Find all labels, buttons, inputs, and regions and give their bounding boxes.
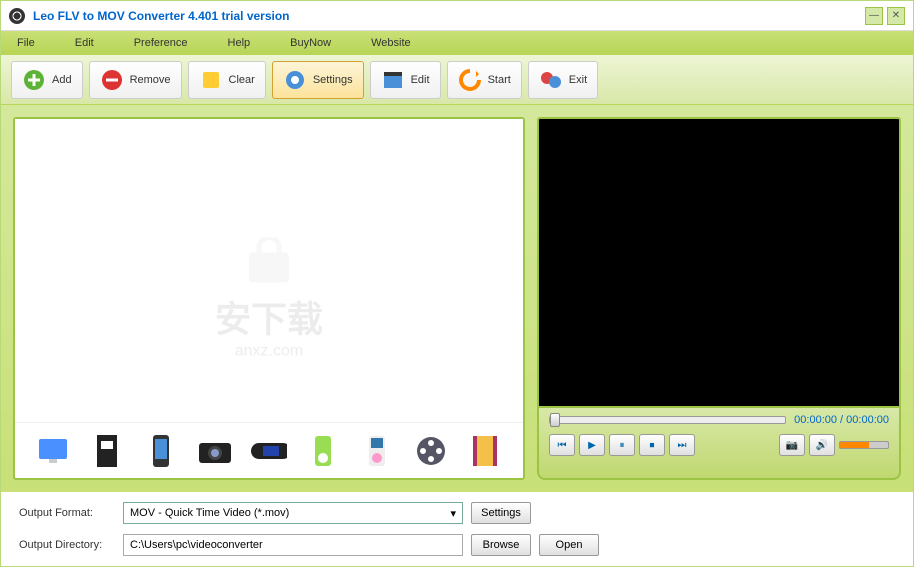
time-current: 00:00:00 [794, 414, 837, 426]
watermark-text: 安下载 [215, 290, 323, 342]
open-button[interactable]: Open [539, 534, 599, 556]
ipod-green-icon[interactable] [305, 433, 341, 469]
add-icon [22, 68, 46, 92]
window-title: Leo FLV to MOV Converter 4.401 trial ver… [33, 9, 861, 23]
start-label: Start [488, 74, 511, 86]
player-controls: 00:00:00 / 00:00:00 ⏮ ▶ ⏸ ⏹ ⏭ 📷 🔊 [537, 408, 901, 480]
next-button[interactable]: ⏭ [669, 434, 695, 456]
remove-icon [100, 68, 124, 92]
file-list[interactable]: 安下载 anxz.com [15, 119, 523, 422]
file-list-panel: 安下载 anxz.com [13, 117, 525, 480]
chevron-down-icon: ▾ [450, 507, 456, 520]
menu-preference[interactable]: Preference [128, 35, 194, 51]
settings-button[interactable]: Settings [272, 61, 364, 99]
output-format-value: MOV - Quick Time Video (*.mov) [130, 507, 289, 519]
filmstrip-icon[interactable] [467, 433, 503, 469]
output-directory-label: Output Directory: [19, 539, 115, 551]
monitor-icon[interactable] [35, 433, 71, 469]
watermark-sub: anxz.com [215, 342, 323, 360]
output-format-select[interactable]: MOV - Quick Time Video (*.mov) ▾ [123, 502, 463, 524]
remove-label: Remove [130, 74, 171, 86]
output-format-label: Output Format: [19, 507, 115, 519]
add-button[interactable]: Add [11, 61, 83, 99]
time-total: 00:00:00 [846, 414, 889, 426]
output-directory-input[interactable]: C:\Users\pc\videoconverter [123, 534, 463, 556]
add-label: Add [52, 74, 72, 86]
format-settings-button[interactable]: Settings [471, 502, 531, 524]
stop-button[interactable]: ⏹ [639, 434, 665, 456]
start-button[interactable]: Start [447, 61, 522, 99]
clapper-icon [381, 68, 405, 92]
edit-button[interactable]: Edit [370, 61, 441, 99]
clear-icon [199, 68, 223, 92]
volume-button[interactable]: 🔊 [809, 434, 835, 456]
edit-label: Edit [411, 74, 430, 86]
settings-label: Settings [313, 74, 353, 86]
bottom-panel: Output Format: MOV - Quick Time Video (*… [1, 492, 913, 566]
menu-file[interactable]: File [11, 35, 41, 51]
close-button[interactable]: ✕ [887, 7, 905, 25]
time-display: 00:00:00 / 00:00:00 [794, 414, 889, 426]
snapshot-button[interactable]: 📷 [779, 434, 805, 456]
phone-icon[interactable] [143, 433, 179, 469]
pause-button[interactable]: ⏸ [609, 434, 635, 456]
timeline-slider[interactable] [549, 416, 786, 424]
volume-slider[interactable] [839, 441, 889, 449]
exit-label: Exit [569, 74, 587, 86]
right-panel: 00:00:00 / 00:00:00 ⏮ ▶ ⏸ ⏹ ⏭ 📷 🔊 [537, 117, 901, 480]
exit-icon [539, 68, 563, 92]
ipod-pink-icon[interactable] [359, 433, 395, 469]
device-icons-row [15, 422, 523, 478]
watermark: 安下载 anxz.com [215, 237, 323, 360]
output-directory-value: C:\Users\pc\videoconverter [130, 539, 263, 551]
minimize-button[interactable]: — [865, 7, 883, 25]
timeline-handle[interactable] [550, 413, 560, 427]
browse-button[interactable]: Browse [471, 534, 531, 556]
menubar: File Edit Preference Help BuyNow Website [1, 31, 913, 55]
exit-button[interactable]: Exit [528, 61, 598, 99]
remove-button[interactable]: Remove [89, 61, 182, 99]
menu-buynow[interactable]: BuyNow [284, 35, 337, 51]
psp-icon[interactable] [251, 433, 287, 469]
prev-button[interactable]: ⏮ [549, 434, 575, 456]
gear-icon [283, 68, 307, 92]
video-preview[interactable] [537, 117, 901, 408]
app-window: Leo FLV to MOV Converter 4.401 trial ver… [0, 0, 914, 567]
reel-icon[interactable] [413, 433, 449, 469]
start-icon [458, 68, 482, 92]
play-button[interactable]: ▶ [579, 434, 605, 456]
app-icon [9, 8, 25, 24]
menu-website[interactable]: Website [365, 35, 417, 51]
menu-help[interactable]: Help [222, 35, 257, 51]
titlebar: Leo FLV to MOV Converter 4.401 trial ver… [1, 1, 913, 31]
clear-label: Clear [229, 74, 255, 86]
clear-button[interactable]: Clear [188, 61, 266, 99]
film-icon[interactable] [89, 433, 125, 469]
main-area: 安下载 anxz.com [1, 105, 913, 492]
menu-edit[interactable]: Edit [69, 35, 100, 51]
toolbar: Add Remove Clear Settings Edit Start Exi… [1, 55, 913, 105]
camera-icon[interactable] [197, 433, 233, 469]
